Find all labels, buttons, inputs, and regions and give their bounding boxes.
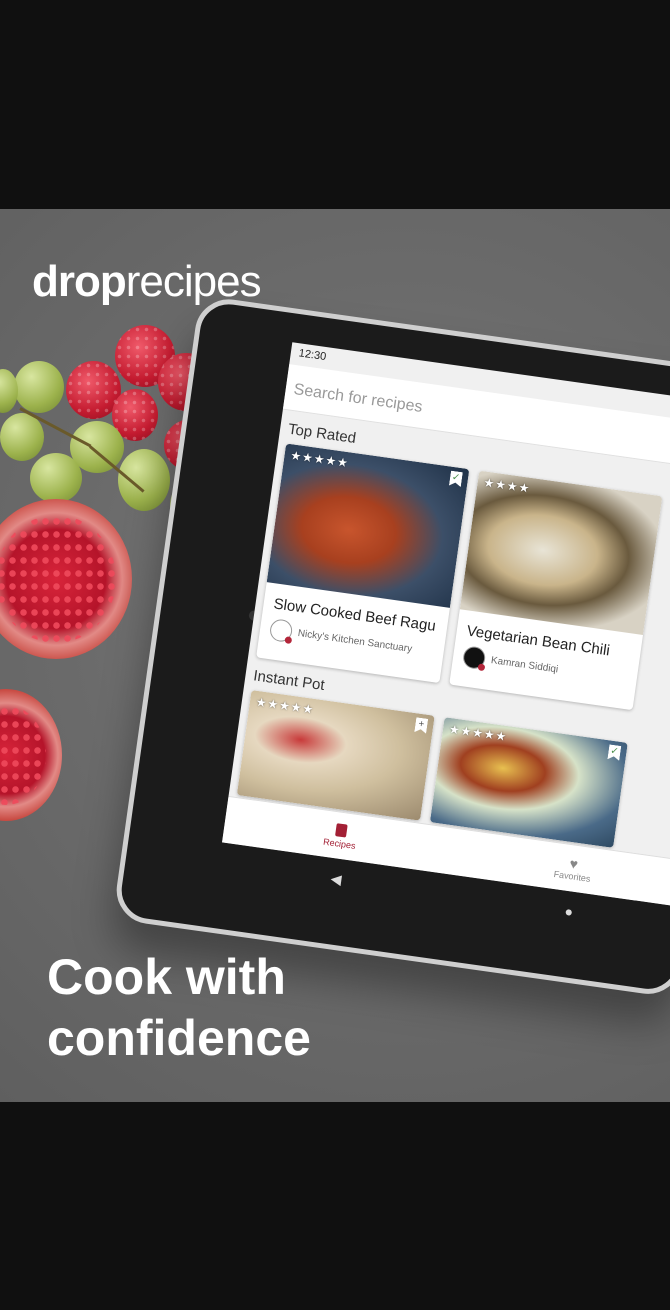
back-icon[interactable]: ◀: [330, 869, 343, 887]
star-rating: ★★★★★: [254, 694, 316, 717]
search-placeholder: Search for recipes: [292, 381, 424, 416]
recipe-card[interactable]: ★★★★★ ✓ Slow Cooked Beef Ragu Nicky's Ki…: [256, 443, 470, 684]
star-rating: ★★★★: [482, 475, 532, 496]
app-screen: 12:30 Search for recipes Top Rated ★★★★★…: [222, 342, 670, 908]
book-icon: [334, 822, 348, 838]
tagline: Cook with confidence: [47, 947, 311, 1069]
pomegranate-image: [0, 499, 132, 659]
tagline-line-1: Cook with: [47, 949, 286, 1005]
recipe-image: ★★★★: [459, 470, 663, 635]
bookmark-check-icon[interactable]: ✓: [607, 744, 621, 761]
logo-bold: drop: [32, 257, 127, 306]
author-name: Kamran Siddiqi: [490, 654, 559, 675]
grape-image: [30, 453, 82, 503]
heart-icon: ♥: [568, 855, 580, 873]
star-rating: ★★★★★: [448, 721, 509, 744]
star-rating: ★★★★★: [289, 448, 350, 471]
author-avatar: [268, 618, 294, 643]
bookmark-check-icon[interactable]: ✓: [449, 471, 463, 488]
pomegranate-image: [0, 689, 62, 821]
promo-banner: droprecipes 12:30 Search for recipes Top…: [0, 209, 670, 1102]
tablet-device: 12:30 Search for recipes Top Rated ★★★★★…: [112, 295, 670, 999]
recipe-card[interactable]: ★★★★ Vegetarian Bean Chili Kamran Siddiq…: [449, 470, 663, 711]
nav-favorites[interactable]: ♥ Favorites: [553, 853, 593, 884]
grape-image: [118, 449, 170, 511]
status-time: 12:30: [298, 347, 327, 364]
author-avatar: [461, 645, 487, 671]
grape-image: [14, 361, 64, 413]
logo-light: recipes: [125, 257, 262, 306]
recipe-image: ★★★★★ ✓: [266, 443, 470, 608]
nav-recipes-label: Recipes: [322, 836, 357, 851]
grape-image: [0, 413, 44, 461]
nav-recipes[interactable]: Recipes: [323, 821, 359, 850]
tagline-line-2: confidence: [47, 1010, 311, 1066]
nav-favorites-label: Favorites: [553, 868, 592, 884]
home-icon[interactable]: ●: [564, 903, 575, 920]
bookmark-add-icon[interactable]: +: [414, 717, 428, 734]
